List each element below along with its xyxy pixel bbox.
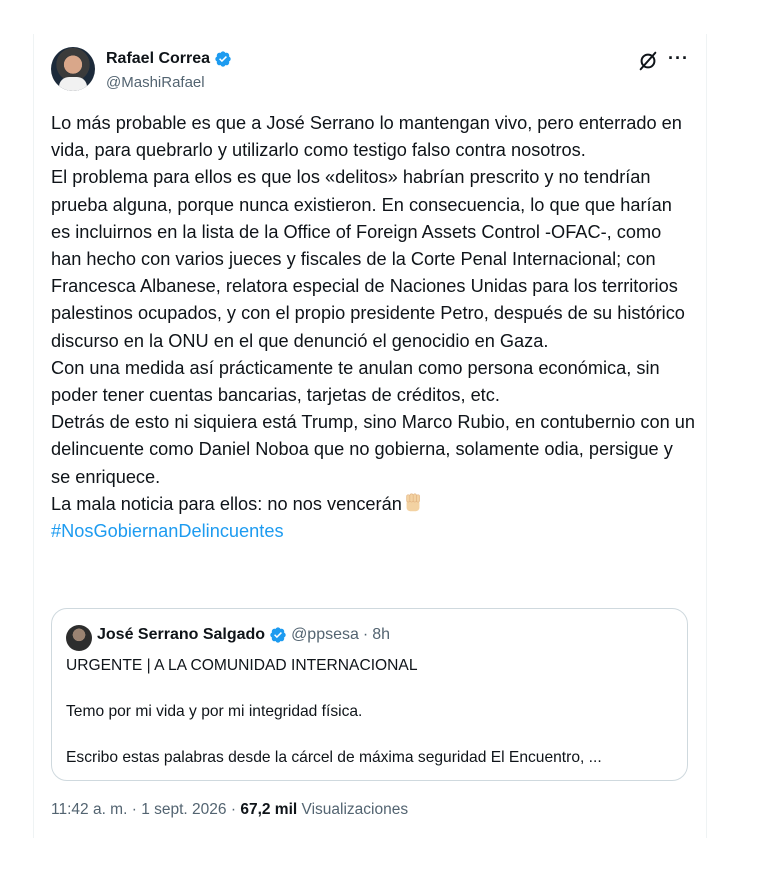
author-avatar[interactable] xyxy=(51,47,95,91)
more-options-icon[interactable]: ··· xyxy=(668,48,689,69)
tweet-paragraph: Detrás de esto ni siquiera está Trump, s… xyxy=(51,412,695,487)
quoted-tweet-header: José Serrano Salgado @ppsesa · 8h xyxy=(97,626,390,644)
quoted-line: Escribo estas palabras desde la cárcel d… xyxy=(66,749,602,766)
tweet-footer: 11:42 a. m. · 1 sept. 2026 · 67,2 mil Vi… xyxy=(51,801,408,819)
tweet-text: Lo más probable es que a José Serrano lo… xyxy=(51,110,696,545)
tweet-last-line: La mala noticia para ellos: no nos vence… xyxy=(51,491,696,518)
tweet-hashtag-line: #NosGobiernanDelincuentes xyxy=(51,518,696,545)
quoted-author-name[interactable]: José Serrano Salgado xyxy=(97,626,265,644)
quoted-line: URGENTE | A LA COMUNIDAD INTERNACIONAL xyxy=(66,657,418,674)
quoted-author-handle[interactable]: @ppsesa xyxy=(291,626,359,644)
hashtag-link[interactable]: #NosGobiernanDelincuentes xyxy=(51,521,284,541)
views-label[interactable]: Visualizaciones xyxy=(302,801,409,818)
author-handle[interactable]: @MashiRafael xyxy=(106,74,205,91)
separator-dot: · xyxy=(230,801,237,818)
views-count[interactable]: 67,2 mil xyxy=(240,801,297,818)
tweet-card: Rafael Correa @MashiRafael ··· Lo más pr… xyxy=(33,34,707,838)
raised-fist-emoji xyxy=(406,493,420,512)
verified-badge-icon xyxy=(270,627,286,643)
tweet-date[interactable]: 1 sept. 2026 xyxy=(141,801,226,818)
grok-icon[interactable] xyxy=(637,50,659,72)
tweet-time[interactable]: 11:42 a. m. xyxy=(51,801,127,818)
author-name-row[interactable]: Rafael Correa xyxy=(106,50,232,68)
quoted-author-avatar[interactable] xyxy=(66,625,92,651)
tweet-paragraph: El problema para ellos es que los «delit… xyxy=(51,167,685,351)
tweet-last-line-text: La mala noticia para ellos: no nos vence… xyxy=(51,493,402,514)
quoted-line: Temo por mi vida y por mi integridad fís… xyxy=(66,703,363,720)
verified-badge-icon xyxy=(215,51,231,67)
separator-dot: · xyxy=(131,801,137,818)
tweet-paragraph: Con una medida así prácticamente te anul… xyxy=(51,357,660,406)
quoted-time[interactable]: 8h xyxy=(372,626,390,644)
separator-dot: · xyxy=(362,626,369,643)
quoted-tweet-body: URGENTE | A LA COMUNIDAD INTERNACIONAL T… xyxy=(66,654,676,769)
author-name[interactable]: Rafael Correa xyxy=(106,50,210,68)
tweet-paragraph: Lo más probable es que a José Serrano lo… xyxy=(51,113,682,161)
quoted-tweet[interactable]: José Serrano Salgado @ppsesa · 8h URGENT… xyxy=(51,608,688,781)
